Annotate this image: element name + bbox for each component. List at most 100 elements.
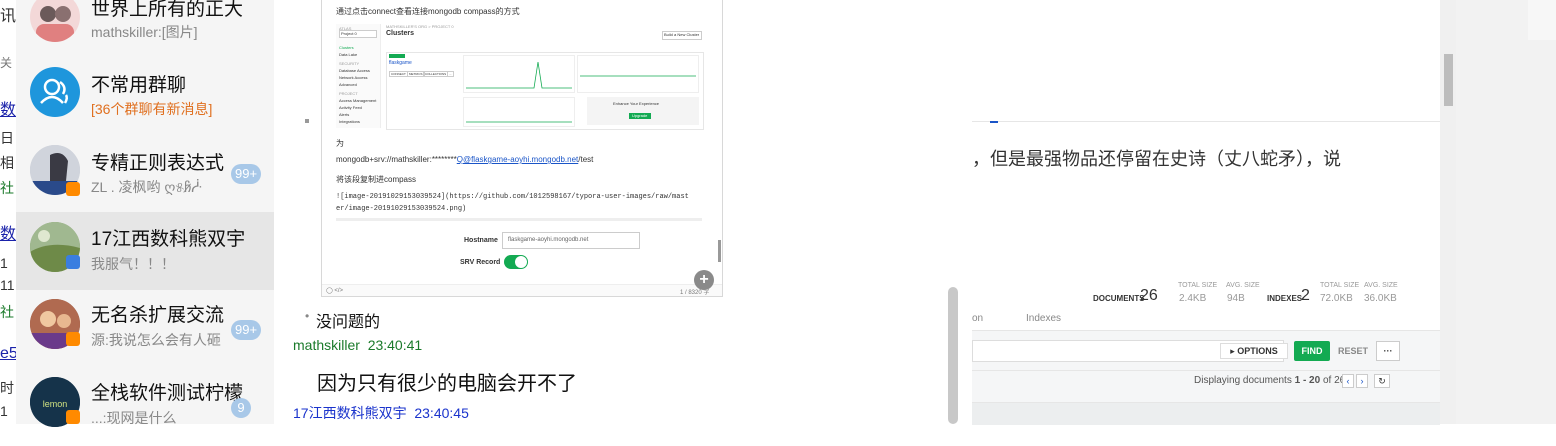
strip-text: 11 — [0, 277, 15, 293]
upgrade-button[interactable]: Upgrade — [629, 113, 651, 119]
refresh-icon[interactable]: ↻ — [1374, 374, 1390, 388]
unread-badge: 99+ — [231, 164, 262, 184]
index-total-label: TOTAL SIZE — [1320, 282, 1360, 289]
unread-badge: 99+ — [231, 320, 262, 340]
reset-button[interactable]: RESET — [1334, 341, 1372, 361]
find-button[interactable]: FIND — [1294, 341, 1330, 361]
chat-scrollbar[interactable] — [948, 287, 958, 424]
enhance-panel: Enhance Your Experience Upgrade — [587, 97, 699, 125]
collections-button[interactable]: COLLECTIONS — [423, 71, 449, 77]
more-options-button[interactable]: ··· — [1376, 341, 1400, 361]
documents-label: DOCUMENTS — [1093, 294, 1145, 303]
build-cluster-button[interactable]: Build a New Cluster — [662, 31, 702, 40]
sidebar-item[interactable]: Clusters — [339, 45, 354, 50]
intro-text: 通过点击connect查看连接mongodb compass的方式 — [336, 7, 520, 16]
window-edge — [1528, 0, 1556, 40]
editor-footer: ◯ </> 1 / 8320 字 — [322, 284, 722, 296]
project-select[interactable]: Project 0 — [339, 30, 377, 38]
strip-link[interactable]: 数 — [0, 96, 16, 120]
chat-item[interactable]: 世界上所有的正大 mathskiller:[图片] — [16, 0, 274, 56]
sidebar-item[interactable]: Database Access — [339, 68, 370, 73]
footer-icons: ◯ </> — [326, 288, 344, 294]
sender-name[interactable]: mathskiller — [293, 337, 360, 353]
connect-button[interactable]: CONNECT — [389, 71, 408, 77]
group-badge-icon — [66, 410, 80, 424]
avg-size-label: AVG. SIZE — [1226, 282, 1260, 289]
ops-chart — [463, 55, 575, 93]
hostname-label: Hostname — [464, 237, 498, 244]
indexes-count: 2 — [1301, 287, 1310, 304]
enhance-title: Enhance Your Experience — [613, 101, 660, 106]
strip-text: 时 — [0, 380, 14, 396]
sidebar-item[interactable]: Data Lake — [339, 52, 357, 57]
message-text: 因为只有很少的电脑会开不了 — [317, 373, 577, 395]
chat-item[interactable]: 不常用群聊 [36个群聊有新消息] — [16, 56, 274, 134]
chat-list: 世界上所有的正大 mathskiller:[图片] 不常用群聊 [36个群聊有新… — [16, 0, 274, 427]
connection-uri: mongodb+srv://mathskiller:********Q@flas… — [336, 155, 594, 164]
chat-name: 世界上所有的正大 — [91, 0, 244, 20]
logical-size-chart — [577, 55, 699, 93]
displaying-text: Displaying documents 1 - 20 of 26 — [1194, 375, 1346, 386]
strip-link[interactable]: 数 — [0, 220, 16, 244]
message-sender: mathskiller 23:40:41 — [293, 337, 422, 353]
chat-window: 通过点击connect查看连接mongodb compass的方式 ATLAS … — [274, 0, 973, 424]
chat-last-message: ZL . 凌枫哟 ღ୫ჩ̷ᓿ — [91, 179, 202, 195]
background-window-strip: 讯 关 数 日 相 社 数 1 11 社 e5 时 1 — [0, 0, 18, 424]
cluster-name[interactable]: flaskgame — [389, 60, 412, 66]
connections-chart — [463, 97, 575, 127]
unread-badge: 9 — [231, 398, 251, 418]
image-message[interactable]: 通过点击connect查看连接mongodb compass的方式 ATLAS … — [321, 0, 723, 297]
sidebar-item[interactable]: Activity Feed — [339, 105, 362, 110]
index-avg-label: AVG. SIZE — [1364, 282, 1398, 289]
message-text: 没问题的 — [316, 314, 381, 331]
browser-window: ，但是最强物品还停留在史诗（丈八蛇矛），说 DOCUMENTS 26 TOTAL… — [972, 0, 1556, 425]
sidebar-item[interactable]: Access Management — [339, 98, 376, 103]
chat-item-selected[interactable]: 17江西数科熊双宇 我服气！！！ — [16, 212, 274, 290]
chat-item[interactable]: lemon 全栈软件测试柠檬 ...:现网是什么 9 — [16, 368, 274, 446]
divider — [336, 218, 702, 221]
sidebar-item[interactable]: Network Access — [339, 75, 367, 80]
chat-item[interactable]: 专精正则表达式 ZL . 凌枫哟 ღ୫ჩ̷ᓿ 99+ — [16, 134, 274, 212]
atlas-sidebar: ATLAS Project 0 Clusters Data Lake SECUR… — [336, 24, 381, 128]
bullet-icon: • — [305, 309, 310, 323]
hostname-field[interactable]: flaskgame-aoyhi.mongodb.net — [502, 232, 640, 249]
strip-text: 社 — [0, 180, 14, 196]
document-row[interactable] — [972, 402, 1440, 425]
srv-toggle[interactable] — [504, 255, 528, 269]
wei-text: 为 — [336, 139, 344, 148]
chat-item[interactable]: 无名杀扩展交流 源:我说怎么会有人砸 99+ — [16, 290, 274, 368]
strip-text: 相 — [0, 155, 14, 171]
sender-name[interactable]: 17江西数科熊双宇 — [293, 405, 407, 421]
markdown-image-line2: er/image-20191029153039524.png) — [336, 205, 467, 213]
avg-size-value: 94B — [1227, 293, 1245, 304]
metrics-button[interactable]: METRICS — [407, 71, 425, 77]
documents-count: 26 — [1140, 287, 1158, 304]
sandbox-tag — [389, 54, 405, 58]
strip-text: 社 — [0, 304, 14, 320]
avatar — [30, 0, 80, 42]
group-badge-icon — [66, 332, 80, 346]
tab-indexes[interactable]: Indexes — [1026, 313, 1061, 324]
chat-last-message: [36个群聊有新消息] — [91, 101, 213, 117]
sidebar-item[interactable]: Advanced — [339, 82, 357, 87]
index-avg-value: 36.0KB — [1364, 293, 1397, 304]
tab-documents[interactable]: on — [972, 313, 983, 324]
srv-label: SRV Record — [460, 259, 501, 266]
clusters-title: Clusters — [386, 30, 415, 37]
page-scrollbar-thumb[interactable] — [1444, 54, 1453, 106]
next-page-icon[interactable]: › — [1356, 374, 1368, 388]
prev-page-icon[interactable]: ‹ — [1342, 374, 1354, 388]
article-text: ，但是最强物品还停留在史诗（丈八蛇矛），说 — [972, 149, 1341, 169]
chat-name: 不常用群聊 — [91, 75, 187, 96]
editor-scrollbar[interactable] — [718, 240, 721, 262]
sidebar-label: SECURITY — [339, 61, 360, 66]
zoom-in-icon[interactable]: + — [694, 270, 714, 290]
cluster-card: flaskgame CONNECT METRICS COLLECTIONS ..… — [386, 52, 704, 130]
strip-text: 1 — [0, 255, 8, 271]
options-button[interactable]: ▸ OPTIONS — [1220, 343, 1288, 359]
cluster-actions: CONNECT METRICS COLLECTIONS ... — [389, 71, 459, 77]
more-button[interactable]: ... — [447, 71, 454, 77]
sidebar-item[interactable]: Integrations — [339, 119, 360, 124]
sidebar-item[interactable]: Alerts — [339, 112, 349, 117]
strip-text: 讯 — [0, 8, 17, 25]
